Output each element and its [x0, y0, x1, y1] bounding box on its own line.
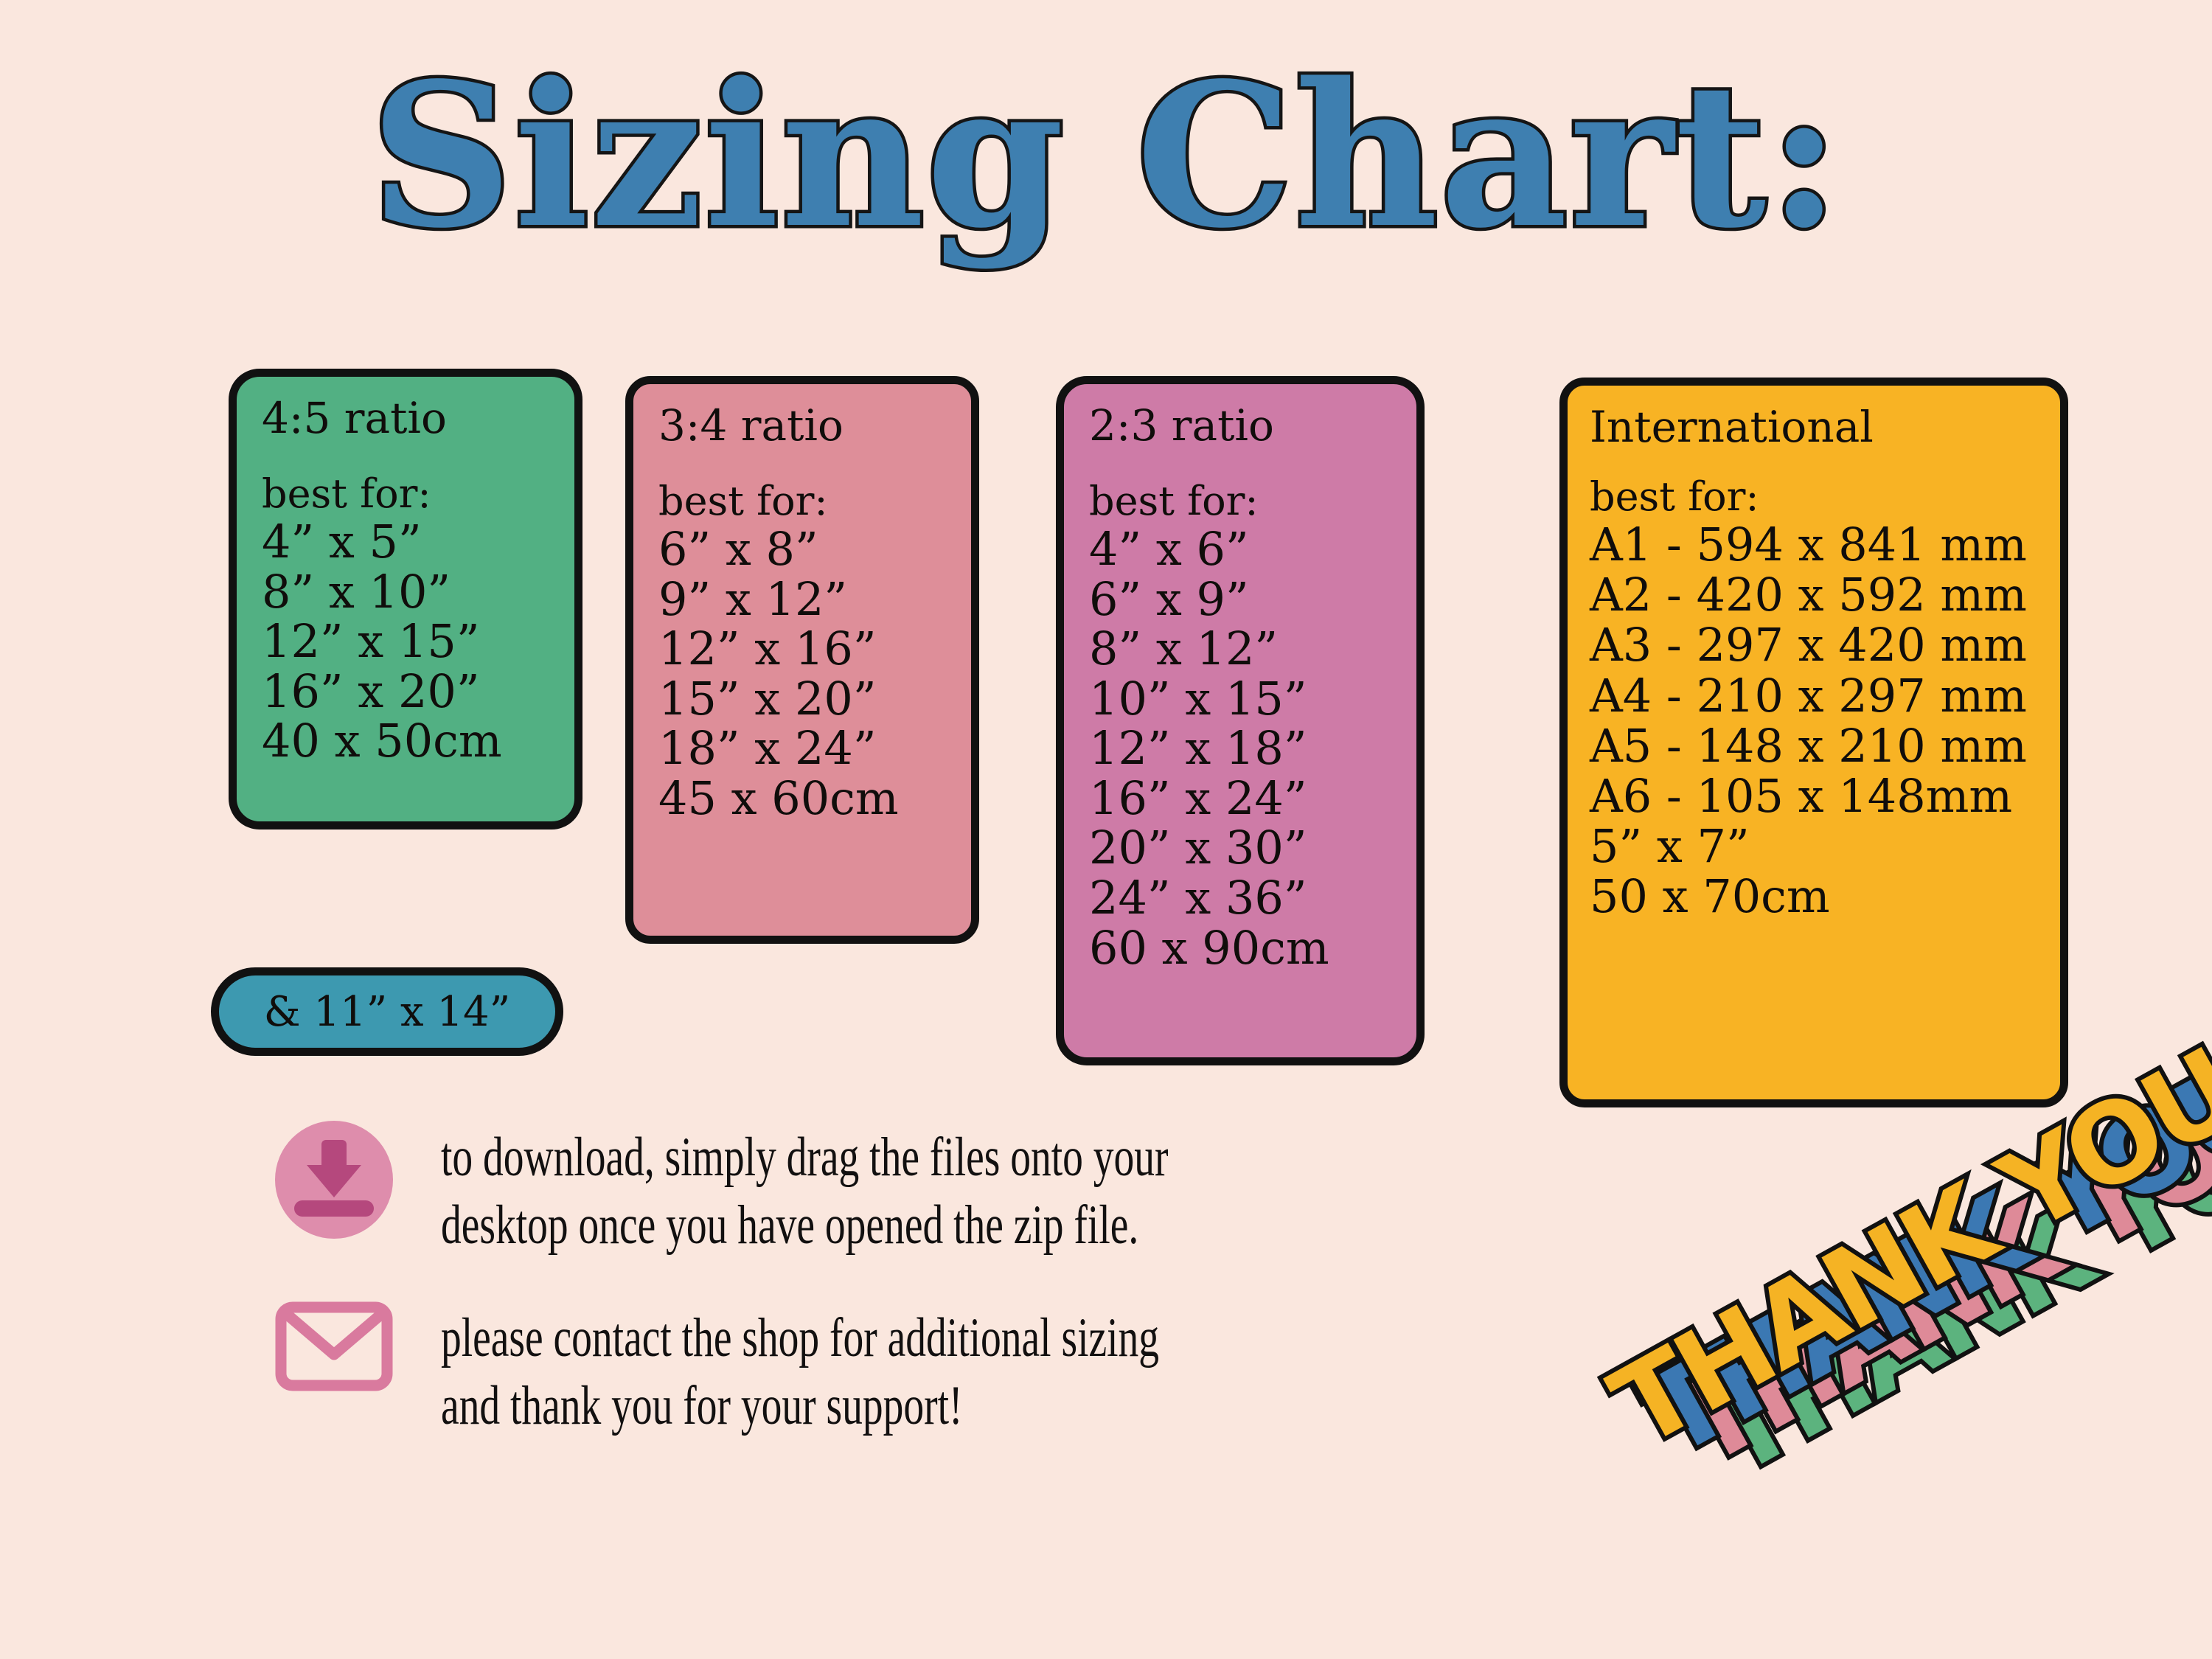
best-for-label: best for: — [1089, 477, 1259, 524]
ratio-card-4-5: 4:5 ratio best for: 4” x 5” 8” x 10” 12”… — [229, 369, 582, 830]
size-item: 6” x 8” — [658, 521, 818, 576]
size-item: 6” x 9” — [1089, 571, 1249, 626]
download-baseline-bar — [294, 1200, 374, 1217]
ratio-card-2-3: 2:3 ratio best for: 4” x 6” 6” x 9” 8” x… — [1056, 376, 1425, 1065]
best-for-label: best for: — [658, 477, 828, 524]
envelope-icon-slot — [257, 1301, 411, 1391]
size-list: 4” x 5” 8” x 10” 12” x 15” 16” x 20” 40 … — [262, 517, 552, 766]
size-item: 18” x 24” — [658, 721, 877, 776]
best-for-label: best for: — [1590, 473, 1759, 520]
ratio-card-heading: 4:5 ratio — [262, 393, 447, 443]
thank-you-badge: THANK YOU THANK YOU THANK YOU THANK YOU — [1557, 1021, 2212, 1658]
extra-size-label: & 11” x 14” — [263, 987, 511, 1036]
size-item: A5 - 148 x 210 mm — [1590, 718, 2027, 773]
size-list: 6” x 8” 9” x 12” 12” x 16” 15” x 20” 18”… — [658, 524, 949, 823]
download-note-row: to download, simply drag the files onto … — [257, 1121, 1424, 1259]
contact-note-line-1: please contact the shop for additional s… — [441, 1307, 1160, 1368]
download-note-text: to download, simply drag the files onto … — [441, 1124, 1169, 1259]
size-item: 8” x 10” — [262, 564, 451, 619]
size-list: 4” x 6” 6” x 9” 8” x 12” 10” x 15” 12” x… — [1089, 524, 1394, 973]
size-item: A4 - 210 x 297 mm — [1590, 668, 2027, 723]
size-item: 40 x 50cm — [262, 714, 502, 768]
download-note-line-2: desktop once you have opened the zip fil… — [441, 1194, 1139, 1256]
extra-size-pill: & 11” x 14” — [211, 967, 563, 1056]
size-item: 10” x 15” — [1089, 671, 1307, 726]
size-item: 12” x 18” — [1089, 721, 1307, 776]
size-item: 4” x 5” — [262, 514, 422, 568]
size-item: 12” x 16” — [658, 622, 877, 676]
sizing-chart-page: Sizing Chart: 4:5 ratio best for: 4” x 5… — [0, 0, 2212, 1659]
ratio-card-3-4: 3:4 ratio best for: 6” x 8” 9” x 12” 12”… — [625, 376, 979, 944]
size-item: 15” x 20” — [658, 671, 877, 726]
ratio-card-heading: 3:4 ratio — [658, 400, 844, 451]
envelope-icon-svg — [275, 1301, 393, 1391]
size-item: 45 x 60cm — [658, 771, 899, 825]
size-item: 5” x 7” — [1590, 819, 1750, 874]
download-icon-slot — [257, 1121, 411, 1239]
best-for-label: best for: — [262, 470, 431, 517]
size-item: A6 - 105 x 148mm — [1590, 768, 2013, 823]
contact-note-line-2: and thank you for your support! — [441, 1374, 963, 1436]
contact-note-row: please contact the shop for additional s… — [257, 1301, 1411, 1439]
size-item: 20” x 30” — [1089, 821, 1307, 875]
ratio-card-heading: 2:3 ratio — [1089, 400, 1274, 451]
download-arrow-head — [307, 1165, 361, 1197]
contact-note-text: please contact the shop for additional s… — [441, 1304, 1159, 1439]
size-item: A2 - 420 x 592 mm — [1590, 568, 2027, 622]
size-item: A1 - 594 x 841 mm — [1590, 517, 2027, 571]
size-list: A1 - 594 x 841 mm A2 - 420 x 592 mm A3 -… — [1590, 517, 2044, 924]
ratio-card-heading: International — [1590, 402, 1874, 452]
size-item: A3 - 297 x 420 mm — [1590, 618, 2027, 672]
size-item: 50 x 70cm — [1590, 869, 1830, 924]
size-item: 16” x 24” — [1089, 771, 1307, 825]
envelope-icon — [275, 1301, 393, 1391]
size-item: 8” x 12” — [1089, 622, 1279, 676]
download-icon — [275, 1121, 393, 1239]
size-item: 4” x 6” — [1089, 521, 1249, 576]
page-title: Sizing Chart: — [366, 40, 1844, 272]
size-item: 60 x 90cm — [1089, 920, 1329, 975]
size-item: 12” x 15” — [262, 614, 480, 669]
size-item: 24” x 36” — [1089, 871, 1307, 925]
ratio-card-international: International best for: A1 - 594 x 841 m… — [1559, 378, 2068, 1107]
size-item: 9” x 12” — [658, 571, 848, 626]
size-item: 16” x 20” — [262, 664, 480, 718]
download-note-line-1: to download, simply drag the files onto … — [441, 1127, 1169, 1188]
